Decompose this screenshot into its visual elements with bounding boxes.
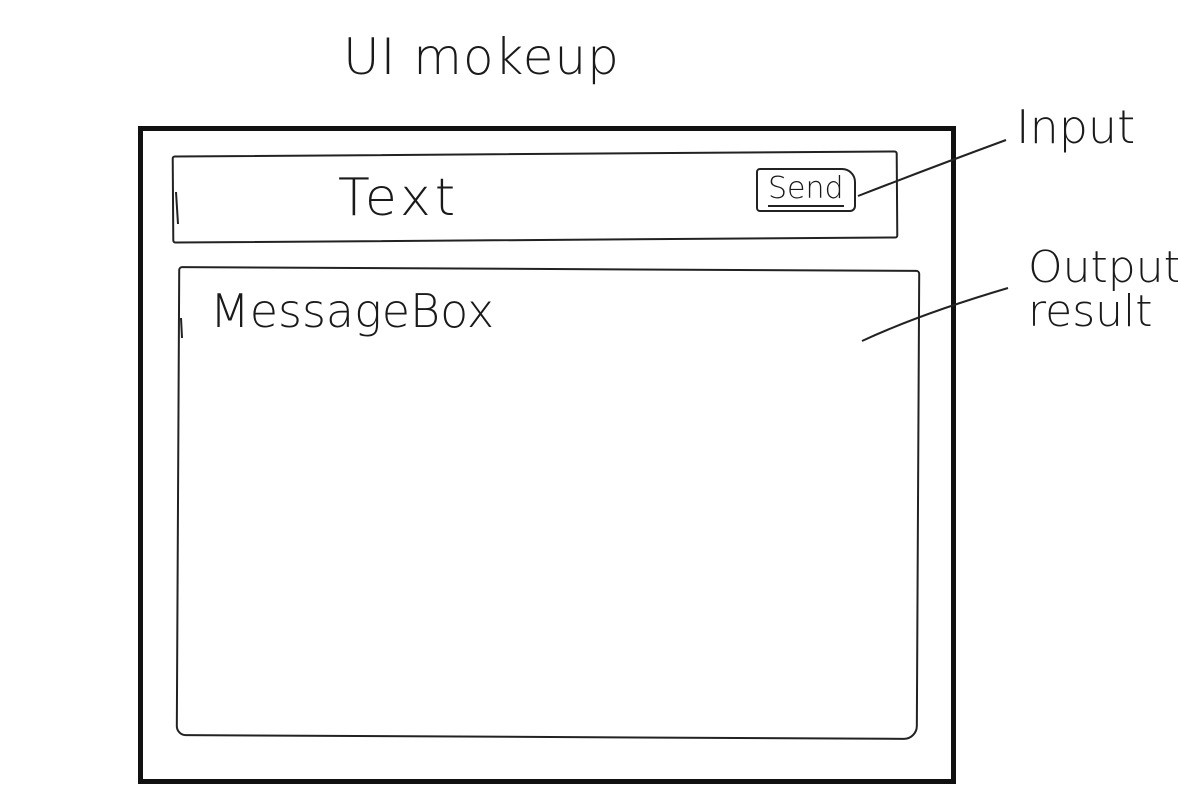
input-annotation: Input xyxy=(1016,100,1136,154)
send-button[interactable]: Send xyxy=(756,168,856,212)
text-input-placeholder: Text xyxy=(338,168,460,228)
output-annotation-line2: result xyxy=(1028,286,1153,337)
page-title: UI mokeup xyxy=(343,28,620,86)
send-button-label: Send xyxy=(768,171,844,207)
message-box-label: MessageBox xyxy=(210,284,495,338)
output-annotation: Output result xyxy=(1028,246,1178,334)
